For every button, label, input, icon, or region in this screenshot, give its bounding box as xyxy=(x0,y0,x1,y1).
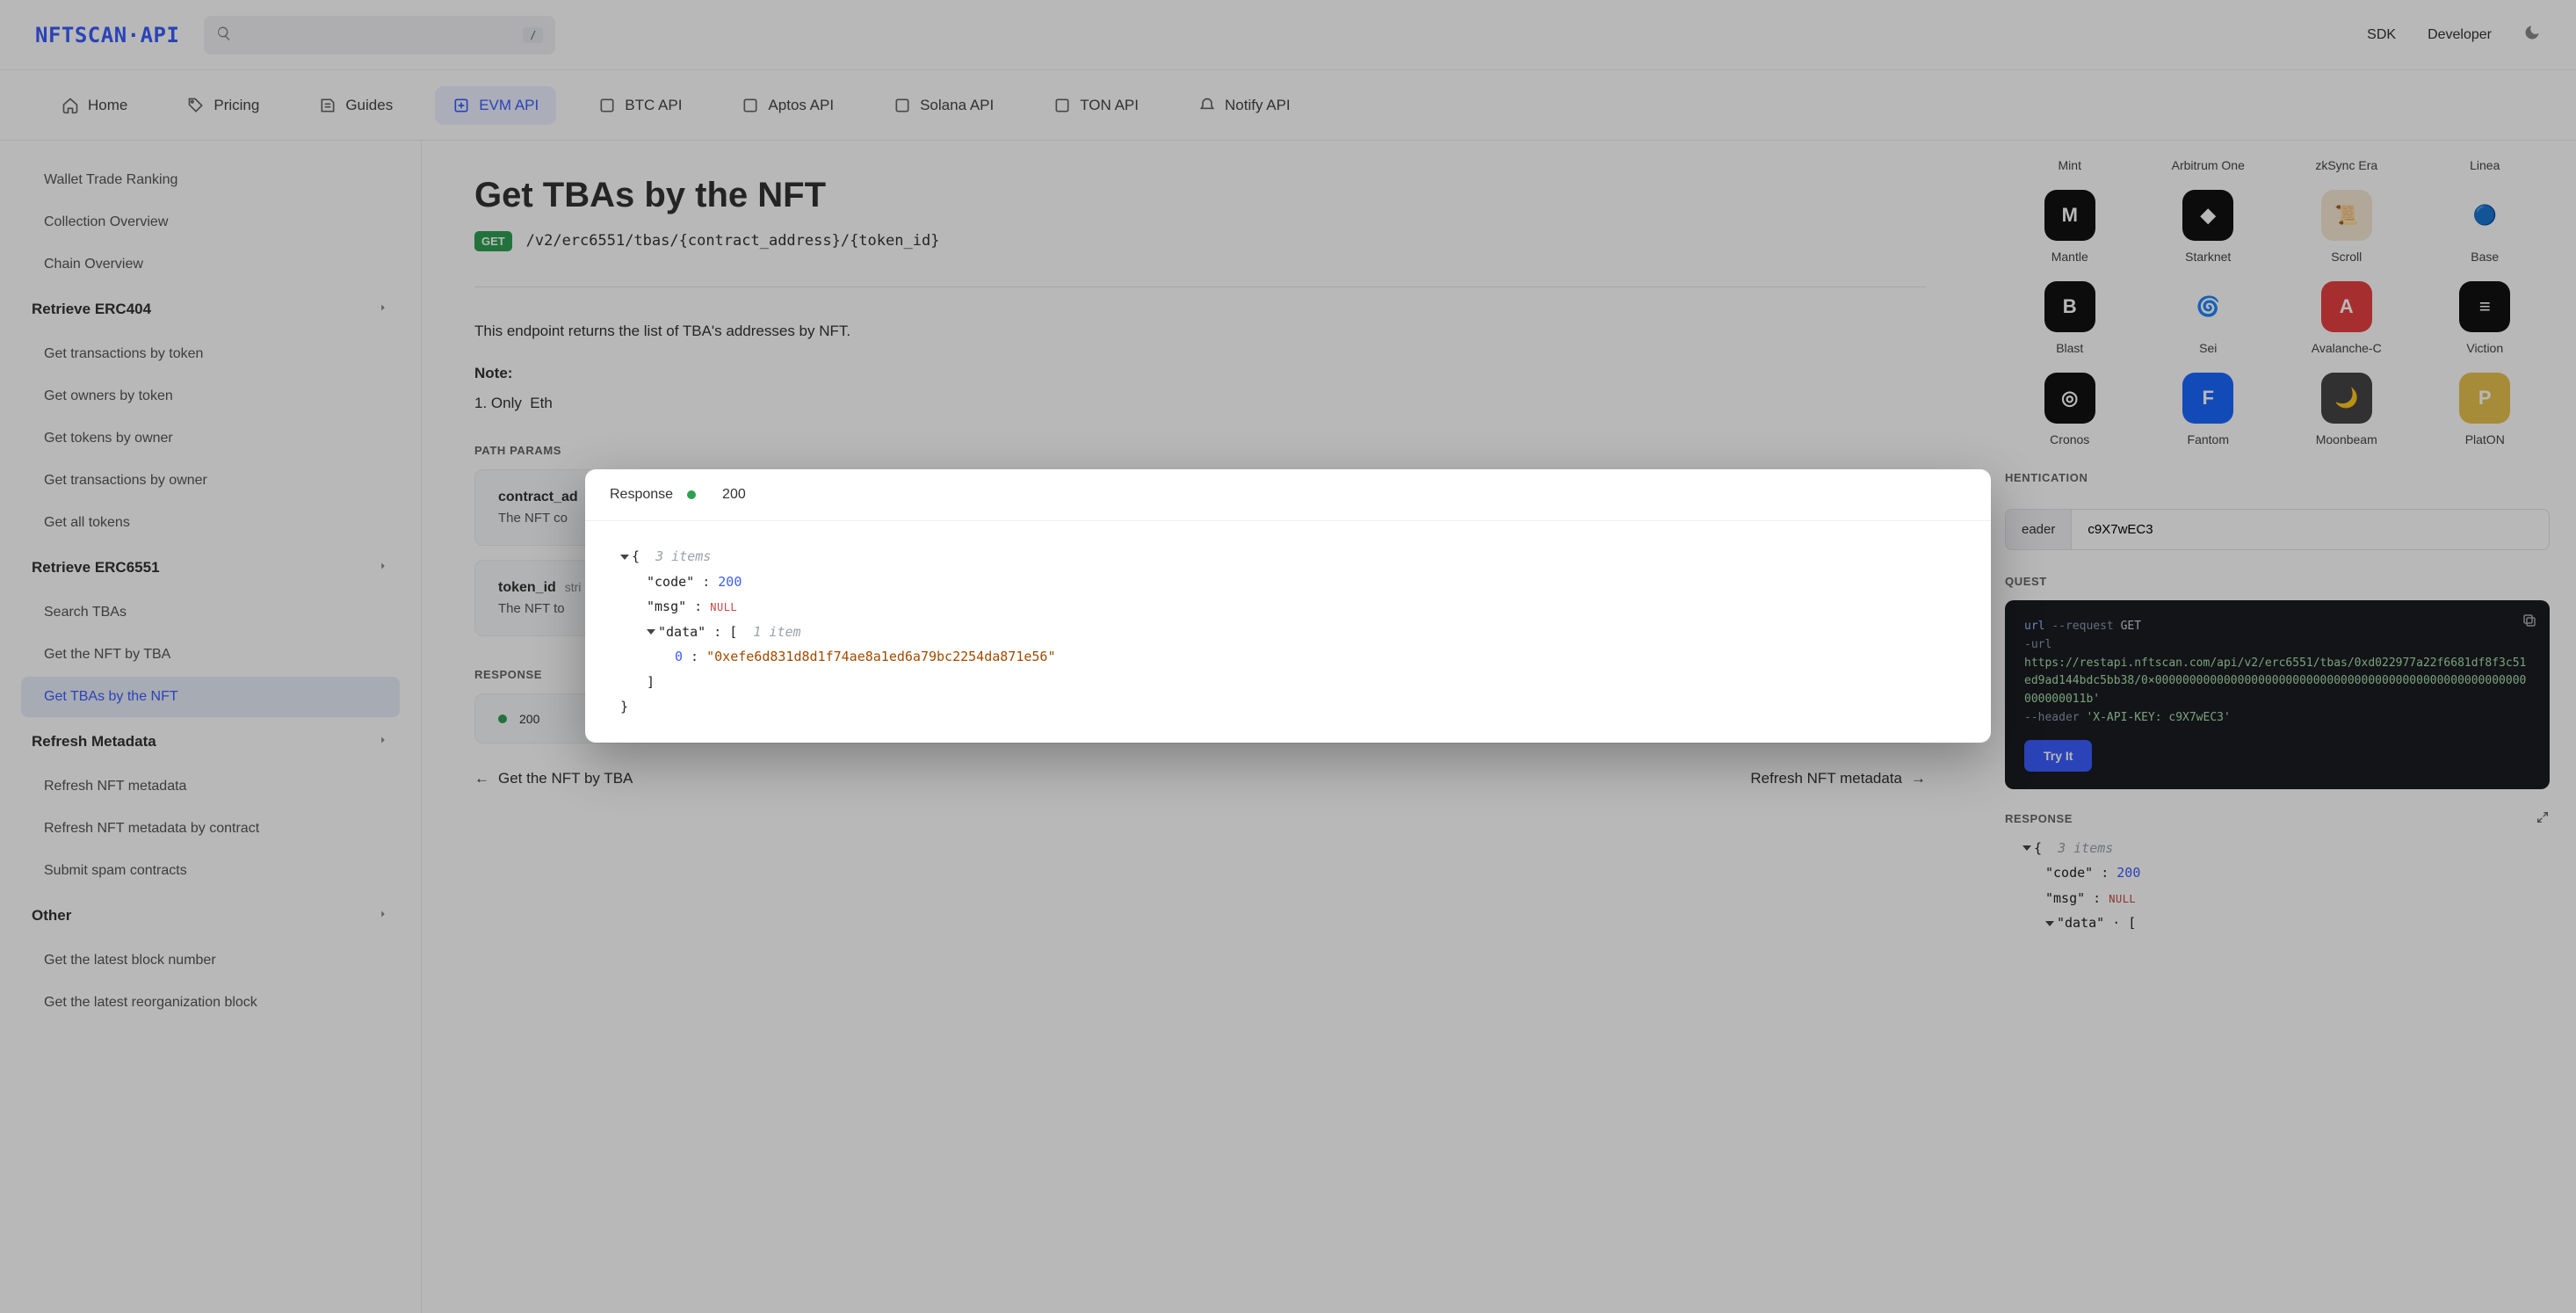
status-dot-icon xyxy=(687,490,696,499)
modal-overlay[interactable]: Response 200 { 3 items "code" : 200 "msg… xyxy=(0,0,2576,1313)
collapse-icon[interactable] xyxy=(647,629,655,635)
modal-json-tree: { 3 items "code" : 200 "msg" : NULL "dat… xyxy=(620,544,1956,720)
collapse-icon[interactable] xyxy=(620,555,629,560)
modal-title: Response xyxy=(610,487,673,503)
response-modal: Response 200 { 3 items "code" : 200 "msg… xyxy=(585,469,1991,743)
modal-status: 200 xyxy=(722,487,746,503)
